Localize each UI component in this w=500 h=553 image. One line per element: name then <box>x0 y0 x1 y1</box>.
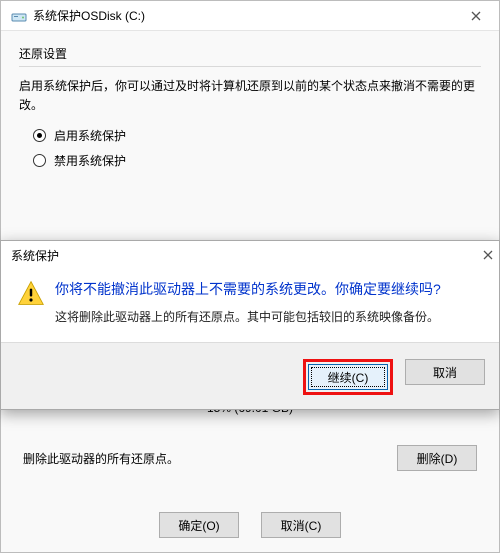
restore-settings-description: 启用系统保护后，你可以通过及时将计算机还原到以前的某个状态点来撤消不需要的更改。 <box>19 77 481 115</box>
ok-button[interactable]: 确定(O) <box>159 512 239 538</box>
warning-icon <box>17 279 45 326</box>
restore-settings-label: 还原设置 <box>19 45 481 62</box>
close-button[interactable] <box>459 5 493 27</box>
alert-button-row: 继续(C) 取消 <box>1 342 499 409</box>
alert-headline: 你将不能撤消此驱动器上不需要的系统更改。你确定要继续吗? <box>55 279 441 300</box>
confirm-disable-protection-dialog: 系统保护 你将不能撤消此驱动器上不需要的系统更改。你确定要继续吗? 这将删除此驱… <box>0 240 500 410</box>
close-icon <box>471 11 481 21</box>
dialog-body: 还原设置 启用系统保护后，你可以通过及时将计算机还原到以前的某个状态点来撤消不需… <box>1 31 499 169</box>
dialog-button-row: 确定(O) 取消(C) <box>1 512 499 538</box>
delete-restore-points-label: 删除此驱动器的所有还原点。 <box>23 450 179 467</box>
alert-title: 系统保护 <box>11 247 483 264</box>
radio-enable-protection[interactable]: 启用系统保护 <box>33 127 481 144</box>
radio-icon-unchecked <box>33 154 46 167</box>
alert-titlebar: 系统保护 <box>1 241 499 269</box>
radio-disable-label: 禁用系统保护 <box>54 152 126 169</box>
alert-text: 你将不能撤消此驱动器上不需要的系统更改。你确定要继续吗? 这将删除此驱动器上的所… <box>55 279 441 326</box>
window-title: 系统保护OSDisk (C:) <box>33 7 459 24</box>
titlebar: 系统保护OSDisk (C:) <box>1 1 499 31</box>
radio-icon-checked <box>33 129 46 142</box>
alert-subtext: 这将删除此驱动器上的所有还原点。其中可能包括较旧的系统映像备份。 <box>55 308 441 326</box>
radio-disable-protection[interactable]: 禁用系统保护 <box>33 152 481 169</box>
alert-body: 你将不能撤消此驱动器上不需要的系统更改。你确定要继续吗? 这将删除此驱动器上的所… <box>1 269 499 328</box>
cancel-button[interactable]: 取消(C) <box>261 512 341 538</box>
delete-button[interactable]: 删除(D) <box>397 445 477 471</box>
radio-enable-label: 启用系统保护 <box>54 127 126 144</box>
divider <box>19 66 481 67</box>
continue-button-highlight: 继续(C) <box>303 359 393 395</box>
alert-close-button[interactable] <box>483 250 493 260</box>
continue-button[interactable]: 继续(C) <box>308 364 388 390</box>
close-icon <box>483 250 493 260</box>
alert-cancel-button[interactable]: 取消 <box>405 359 485 385</box>
drive-icon <box>11 8 27 24</box>
